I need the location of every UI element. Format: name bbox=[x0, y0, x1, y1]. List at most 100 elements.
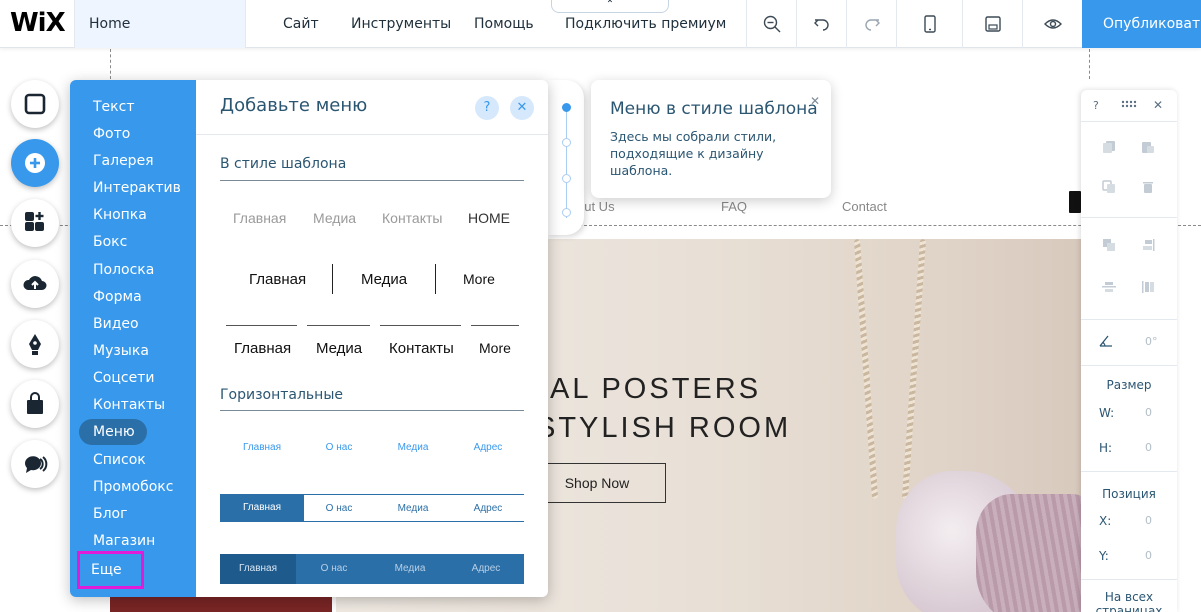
tooltip-body: Здесь мы собрали стили, подходящие к диз… bbox=[610, 129, 777, 178]
cart-icon[interactable] bbox=[1069, 191, 1081, 213]
menu-item: Медиа bbox=[397, 503, 429, 514]
category-promobox[interactable]: Промобокс bbox=[79, 474, 185, 500]
wix-logo[interactable]: WiX bbox=[10, 8, 66, 38]
shop-now-button[interactable]: Shop Now bbox=[528, 463, 666, 503]
menu-item: Адрес bbox=[473, 442, 503, 453]
upload-icon[interactable] bbox=[11, 260, 59, 308]
apps-icon[interactable] bbox=[11, 199, 59, 247]
zoom-out-icon[interactable] bbox=[746, 0, 796, 48]
drag-handle-icon[interactable] bbox=[1121, 100, 1137, 110]
menu-help[interactable]: Помощь bbox=[474, 0, 534, 48]
category-image[interactable]: Фото bbox=[79, 121, 142, 147]
pages-icon[interactable] bbox=[11, 80, 59, 128]
inspector-rotate-section: 0° bbox=[1081, 320, 1177, 366]
menu-item: Медиа bbox=[397, 442, 429, 453]
menu-item: Адрес bbox=[473, 503, 503, 514]
align-icon[interactable] bbox=[1141, 238, 1155, 252]
section-horizontal: Горизонтальные bbox=[220, 387, 344, 403]
save-icon[interactable] bbox=[962, 0, 1022, 48]
show-on-all-pages-toggle[interactable]: На всех страницах bbox=[1081, 590, 1177, 612]
paste-icon[interactable] bbox=[1141, 140, 1155, 154]
swing-rope bbox=[901, 239, 927, 499]
category-contacts[interactable]: Контакты bbox=[79, 392, 177, 418]
menu-item-active: Главная bbox=[220, 494, 304, 522]
horizontal-menu-2[interactable]: Главная О нас Медиа Адрес bbox=[220, 494, 524, 522]
divider bbox=[220, 410, 524, 411]
category-video[interactable]: Видео bbox=[79, 311, 151, 337]
menu-tools[interactable]: Инструменты bbox=[351, 0, 451, 48]
width-field[interactable]: 0 bbox=[1145, 406, 1152, 419]
scroll-dot[interactable] bbox=[562, 138, 571, 147]
inspector-size-section: Размер W: 0 H: 0 bbox=[1081, 366, 1177, 472]
rotation-value[interactable]: 0° bbox=[1145, 335, 1158, 348]
product-thumbnail bbox=[110, 595, 332, 612]
category-gallery[interactable]: Галерея bbox=[79, 148, 166, 174]
trash-icon[interactable] bbox=[1141, 180, 1155, 194]
horizontal-menu-1[interactable]: Главная О нас Медиа Адрес bbox=[220, 434, 524, 462]
divider bbox=[220, 180, 524, 181]
section-template-style: В стиле шаблона bbox=[220, 156, 347, 172]
duplicate-icon[interactable] bbox=[1102, 180, 1116, 194]
category-blog[interactable]: Блог bbox=[79, 501, 139, 527]
add-icon[interactable] bbox=[11, 139, 59, 187]
scroll-track bbox=[566, 108, 567, 218]
x-label: X: bbox=[1099, 514, 1112, 528]
inspector-arrange-section bbox=[1081, 218, 1177, 320]
site-nav-faq[interactable]: FAQ bbox=[721, 199, 747, 214]
width-label: W: bbox=[1099, 406, 1115, 420]
scroll-dot[interactable] bbox=[562, 174, 571, 183]
category-menu[interactable]: Меню bbox=[79, 419, 147, 445]
category-form[interactable]: Форма bbox=[79, 284, 154, 310]
preview-icon[interactable] bbox=[1022, 0, 1082, 48]
site-nav-contact[interactable]: Contact bbox=[842, 199, 887, 214]
horizontal-menu-3[interactable]: Главная О нас Медиа Адрес bbox=[220, 554, 524, 584]
menu-item: Главная bbox=[249, 271, 307, 288]
category-more[interactable]: Еще bbox=[77, 551, 144, 589]
x-field[interactable]: 0 bbox=[1145, 514, 1152, 527]
mobile-icon[interactable] bbox=[896, 0, 962, 48]
menu-item: Контакты bbox=[382, 210, 443, 226]
menu-underline bbox=[380, 325, 461, 326]
category-interactive[interactable]: Интерактив bbox=[79, 175, 193, 201]
menu-underline bbox=[226, 325, 297, 326]
category-social[interactable]: Соцсети bbox=[79, 365, 166, 391]
pen-icon[interactable] bbox=[11, 320, 59, 368]
category-box[interactable]: Бокс bbox=[79, 229, 139, 255]
angle-icon bbox=[1099, 335, 1112, 347]
distribute-icon[interactable] bbox=[1102, 280, 1116, 294]
scroll-dot-active[interactable] bbox=[562, 103, 571, 112]
menu-item: HOME bbox=[468, 210, 510, 226]
category-button[interactable]: Кнопка bbox=[79, 202, 159, 228]
section-scroll-strip bbox=[548, 80, 584, 235]
publish-button[interactable]: Опубликовать bbox=[1082, 0, 1201, 48]
add-elements-panel: Текст Фото Галерея Интерактив Кнопка Бок… bbox=[70, 80, 548, 597]
tooltip-title: Меню в стиле шаблона bbox=[610, 99, 818, 119]
category-list[interactable]: Список bbox=[79, 447, 158, 473]
close-panel-button[interactable]: ✕ bbox=[510, 96, 534, 120]
y-label: Y: bbox=[1099, 549, 1109, 563]
arrange-icon[interactable] bbox=[1102, 238, 1116, 252]
store-bag-icon[interactable] bbox=[11, 380, 59, 428]
collapse-topbar-icon[interactable]: ⌃ bbox=[551, 0, 669, 13]
help-icon[interactable]: ? bbox=[1093, 99, 1099, 112]
category-strip[interactable]: Полоска bbox=[79, 257, 166, 283]
template-menu-tooltip: Меню в стиле шаблона ✕ Здесь мы собрали … bbox=[591, 80, 831, 198]
chat-icon[interactable] bbox=[11, 440, 59, 488]
close-icon[interactable]: ✕ bbox=[1153, 98, 1163, 112]
redo-icon[interactable] bbox=[846, 0, 896, 48]
menu-item: Медиа bbox=[316, 340, 363, 357]
undo-icon[interactable] bbox=[796, 0, 846, 48]
close-icon[interactable]: ✕ bbox=[810, 94, 820, 108]
match-size-icon[interactable] bbox=[1141, 280, 1155, 294]
menu-item: О нас bbox=[325, 442, 353, 453]
category-music[interactable]: Музыка bbox=[79, 338, 161, 364]
height-field[interactable]: 0 bbox=[1145, 441, 1152, 454]
scroll-dot[interactable] bbox=[562, 208, 571, 217]
y-field[interactable]: 0 bbox=[1145, 549, 1152, 562]
category-text[interactable]: Текст bbox=[79, 94, 146, 120]
menu-site[interactable]: Сайт bbox=[283, 0, 319, 48]
page-selector[interactable]: Home bbox=[74, 0, 246, 48]
help-button[interactable]: ? bbox=[475, 96, 499, 120]
category-list: Текст Фото Галерея Интерактив Кнопка Бок… bbox=[70, 80, 196, 597]
copy-icon[interactable] bbox=[1102, 140, 1116, 154]
